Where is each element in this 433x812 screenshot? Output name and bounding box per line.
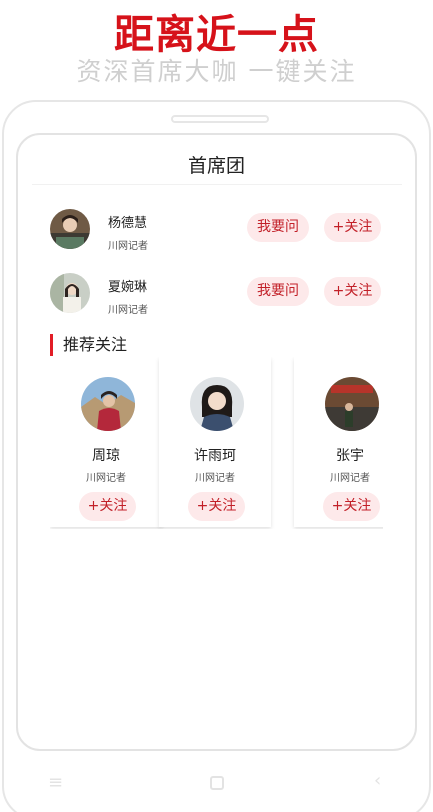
member-name: 杨德慧: [108, 216, 148, 231]
recommend-card[interactable]: 张宇 川网记者 +关注: [294, 357, 383, 527]
phone-frame: 首席团 杨德慧 川网记者 我要问 +关注 夏婉琳 川网记者 我要问 +关注 推荐…: [2, 100, 431, 812]
recommend-name: 周琼: [92, 448, 120, 464]
avatar[interactable]: [50, 273, 90, 313]
follow-button[interactable]: +关注: [324, 213, 381, 242]
recommend-role: 川网记者: [195, 473, 235, 484]
ask-button[interactable]: 我要问: [247, 213, 309, 242]
avatar[interactable]: [81, 377, 135, 431]
title-divider: [32, 184, 402, 185]
avatar[interactable]: [325, 377, 379, 431]
phone-speaker: [171, 115, 269, 123]
recommend-name: 许雨珂: [194, 448, 236, 464]
phone-nav-bar: ≡ ‹: [4, 768, 433, 798]
follow-button[interactable]: +关注: [324, 277, 381, 306]
member-row[interactable]: 夏婉琳 川网记者 我要问 +关注: [18, 273, 415, 323]
avatar[interactable]: [190, 377, 244, 431]
follow-button[interactable]: +关注: [323, 492, 380, 521]
recommend-carousel[interactable]: 周琼 川网记者 +关注 许雨珂 川网记者 +关注 张宇 川网记者 +关注: [50, 357, 383, 529]
member-name: 夏婉琳: [108, 280, 148, 295]
follow-button[interactable]: +关注: [79, 492, 136, 521]
promo-subline: 资深首席大咖 一键关注: [76, 57, 357, 86]
recommend-card[interactable]: 周琼 川网记者 +关注: [50, 357, 162, 527]
menu-icon[interactable]: ≡: [48, 772, 63, 793]
page-title: 首席团: [187, 155, 245, 177]
avatar[interactable]: [50, 209, 90, 249]
section-title: 推荐关注: [63, 335, 128, 354]
follow-button[interactable]: +关注: [188, 492, 245, 521]
recommend-role: 川网记者: [86, 473, 126, 484]
recommend-card[interactable]: 许雨珂 川网记者 +关注: [159, 357, 271, 527]
member-row[interactable]: 杨德慧 川网记者 我要问 +关注: [18, 209, 415, 259]
section-accent-bar: [50, 334, 53, 356]
phone-screen: 首席团 杨德慧 川网记者 我要问 +关注 夏婉琳 川网记者 我要问 +关注 推荐…: [16, 133, 417, 751]
member-role: 川网记者: [108, 305, 148, 316]
home-square-icon[interactable]: [210, 776, 224, 790]
recommend-role: 川网记者: [330, 473, 370, 484]
ask-button[interactable]: 我要问: [247, 277, 309, 306]
member-role: 川网记者: [108, 241, 148, 252]
recommend-name: 张宇: [336, 448, 364, 464]
back-chevron-icon[interactable]: ‹: [374, 770, 381, 791]
